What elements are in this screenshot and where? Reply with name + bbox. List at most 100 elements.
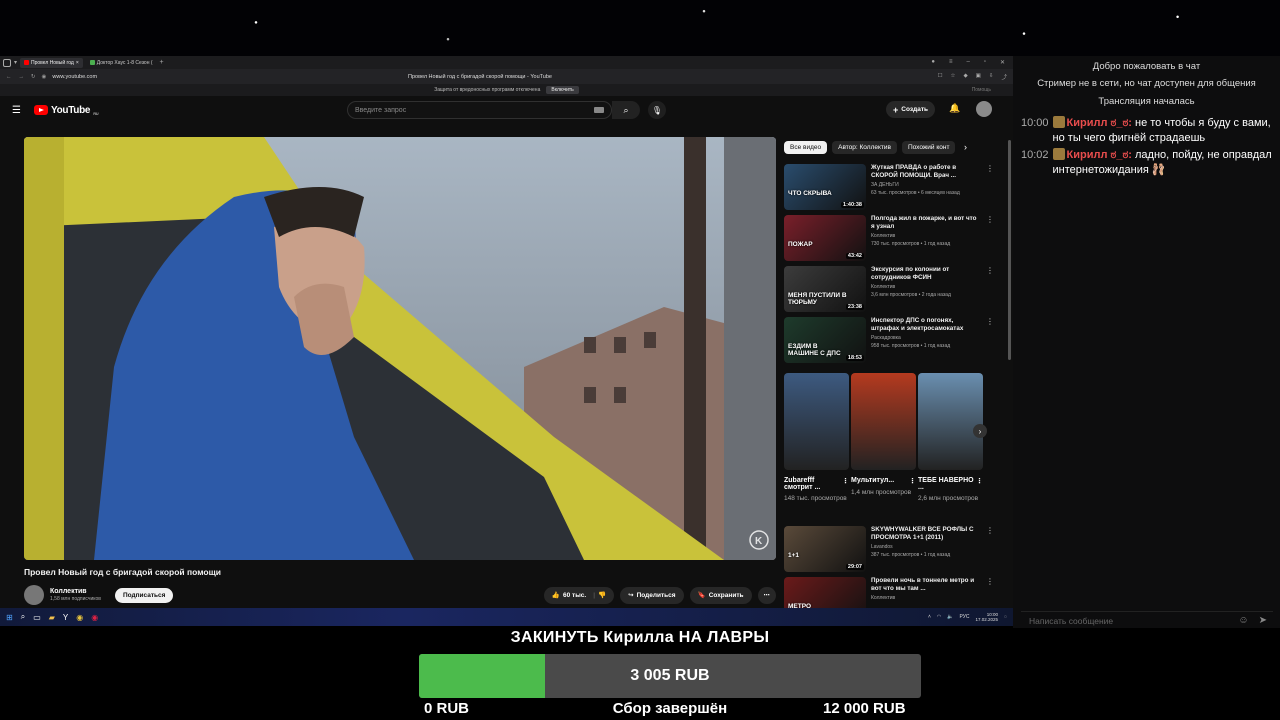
recommendation-title[interactable]: Полгода жил в пожарке, и вот что я узнал [871, 215, 981, 231]
clock[interactable]: 10:00 17.02.2025 [975, 612, 998, 622]
recommendation-item[interactable]: МЕТРО Провели ночь в тоннеле метро и вот … [784, 577, 994, 608]
voice-search-button[interactable]: 🎙 [648, 101, 666, 119]
share-icon[interactable]: ⤴ [1001, 73, 1007, 81]
volume-icon[interactable]: 🔈 [947, 614, 953, 620]
network-icon[interactable]: ◠ [937, 614, 941, 620]
minimize-icon[interactable]: – [966, 59, 969, 66]
recommendation-item[interactable]: ЧТО СКРЫВА 1:40:38 Жуткая ПРАВДА о работе … [784, 164, 994, 212]
keyboard-icon[interactable] [594, 107, 604, 113]
subscribe-button[interactable]: Подписаться [114, 587, 174, 603]
bookmark-icon[interactable]: ☐ [938, 73, 943, 81]
profile-icon[interactable]: ● [931, 59, 935, 66]
tab-house[interactable]: Доктор Хаус 1-8 Сезон ( [86, 58, 157, 68]
recommendation-channel[interactable]: Коллектив [871, 233, 981, 239]
chrome-icon[interactable]: ◉ [76, 613, 83, 622]
recommendation-item[interactable]: ЕЗДИМ В МАШИНЕ С ДПС 18:53 Инспектор ДПС о… [784, 317, 994, 365]
menu-icon[interactable]: ☰ [12, 105, 22, 116]
recommendation-channel[interactable]: Коллектив [871, 595, 981, 601]
recommendation-title[interactable]: Инспектор ДПС о погонях, штрафах и элект… [871, 317, 981, 333]
more-vert-icon[interactable]: ⋮ [909, 477, 916, 485]
yandex-browser-icon[interactable]: Y [63, 613, 68, 622]
recommendation-title[interactable]: Провели ночь в тоннеле метро и вот что м… [871, 577, 981, 593]
more-vert-icon[interactable]: ⋮ [986, 526, 994, 574]
more-vert-icon[interactable]: ⋮ [842, 477, 849, 491]
more-vert-icon[interactable]: ⋮ [976, 477, 983, 491]
recommendation-title[interactable]: Экскурсия по колонии от сотрудников ФСИН [871, 266, 981, 282]
extension-icon[interactable]: ◆ [963, 73, 967, 81]
youtube-logo[interactable]: YouTube RU [34, 105, 99, 116]
more-vert-icon[interactable]: ⋮ [986, 577, 994, 608]
save-button[interactable]: 🔖 Сохранить [689, 586, 752, 604]
recommendation-item[interactable]: МЕНЯ ПУСТИЛИ В ТЮРЬМУ 23:38 Экскурсия по к… [784, 266, 994, 314]
short-thumbnail[interactable] [851, 373, 916, 470]
browser-menu-icon[interactable] [3, 58, 11, 67]
search-icon[interactable]: ⌕ [21, 612, 25, 622]
send-icon[interactable]: ➤ [1259, 615, 1267, 626]
short-title[interactable]: ТЕБЕ НАВЕРНО ... [918, 477, 976, 491]
forward-icon[interactable]: → [19, 74, 25, 80]
account-avatar[interactable] [976, 101, 992, 117]
language-indicator[interactable]: РУС [959, 614, 969, 620]
new-tab-icon[interactable]: + [160, 59, 164, 66]
video-thumbnail[interactable]: МЕНЯ ПУСТИЛИ В ТЮРЬМУ 23:38 [784, 266, 866, 312]
scrollbar[interactable] [1008, 140, 1011, 360]
video-thumbnail[interactable]: ЧТО СКРЫВА 1:40:38 [784, 164, 866, 210]
channel-name[interactable]: Коллектив [50, 588, 101, 595]
download-icon[interactable]: ⇩ [989, 73, 994, 81]
more-vert-icon[interactable]: ⋮ [986, 266, 994, 314]
more-actions-button[interactable]: ⋯ [757, 586, 776, 604]
url-field[interactable]: www.youtube.com [52, 74, 97, 80]
reload-icon[interactable]: ↻ [31, 74, 36, 80]
close-icon[interactable]: × [76, 60, 79, 66]
chip-by-author[interactable]: Автор: Коллектив [832, 141, 897, 154]
notification-center-icon[interactable]: ◌ [1004, 614, 1007, 620]
thumbs-down-icon[interactable]: 👎 [598, 591, 606, 599]
enable-protection-button[interactable]: Включить [546, 86, 579, 94]
create-button[interactable]: + Создать [886, 101, 935, 118]
windows-start-icon[interactable]: ⊞ [6, 613, 13, 622]
folder-icon[interactable]: ▰ [49, 613, 55, 622]
search-button[interactable]: ⌕ [612, 101, 640, 119]
recommendation-item[interactable]: ПОЖАР 43:42 Полгода жил в пожарке, и вот ч… [784, 215, 994, 263]
shorts-next-button[interactable]: › [973, 424, 987, 438]
more-vert-icon[interactable]: ⋮ [986, 215, 994, 263]
recommendation-title[interactable]: SKYWHYWALKER ВСЕ РОФЛЫ С ПРОСМОТРА 1+1 (… [871, 526, 981, 542]
emoji-icon[interactable]: ☺ [1238, 615, 1248, 626]
tray-chevron-icon[interactable]: ˄ [928, 614, 931, 620]
chat-author[interactable]: Кирилл ಠ_ಠ: [1067, 117, 1132, 129]
chat-author[interactable]: Кирилл ಠ_ಠ: [1067, 149, 1132, 161]
recommendation-item[interactable]: 1+1 29:07 SKYWHYWALKER ВСЕ РОФЛЫ С ПРОСМОТ… [784, 526, 994, 574]
more-vert-icon[interactable]: ⋮ [986, 164, 994, 212]
short-thumbnail[interactable] [784, 373, 849, 470]
short-title[interactable]: Zubarefff смотрит ... [784, 477, 842, 491]
short-title[interactable]: Мультитул... [851, 477, 894, 485]
star-icon[interactable]: ☆ [951, 73, 956, 81]
chip-all-videos[interactable]: Все видео [784, 141, 828, 154]
short-item[interactable]: ТЕБЕ НАВЕРНО ... ⋮ 2,6 млн просмотров [918, 373, 983, 503]
maximize-icon[interactable]: ▫ [984, 59, 986, 66]
video-thumbnail[interactable]: 1+1 29:07 [784, 526, 866, 572]
extension-icon[interactable]: ▣ [976, 73, 981, 81]
recommendation-channel[interactable]: Раскадровка [871, 335, 981, 341]
like-button[interactable]: 👍 60 тыс. | 👎 [543, 586, 615, 604]
search-input[interactable]: Введите запрос [347, 101, 612, 119]
task-view-icon[interactable]: ▭ [33, 613, 41, 622]
tab-list-icon[interactable]: ▾ [14, 59, 17, 66]
notifications-icon[interactable]: 🔔 [949, 103, 960, 114]
video-thumbnail[interactable]: МЕТРО [784, 577, 866, 608]
close-window-icon[interactable]: ✕ [1000, 59, 1005, 66]
back-icon[interactable]: ← [6, 74, 12, 80]
menu-icon[interactable]: ≡ [949, 59, 953, 66]
recommendation-title[interactable]: Жуткая ПРАВДА о работе в СКОРОЙ ПОМОЩИ. … [871, 164, 981, 180]
chevron-right-icon[interactable]: › [964, 142, 967, 152]
channel-avatar[interactable] [24, 585, 44, 605]
chip-similar[interactable]: Похожий конт [901, 141, 956, 154]
short-item[interactable]: Мультитул... ⋮ 1,4 млн просмотров [851, 373, 916, 503]
recommendation-channel[interactable]: Lavandos [871, 544, 981, 550]
app-icon[interactable]: ◉ [91, 613, 98, 622]
video-thumbnail[interactable]: ПОЖАР 43:42 [784, 215, 866, 261]
help-link[interactable]: Помощь [972, 87, 991, 93]
video-thumbnail[interactable]: ЕЗДИМ В МАШИНЕ С ДПС 18:53 [784, 317, 866, 363]
recommendation-channel[interactable]: Коллектив [871, 284, 981, 290]
short-thumbnail[interactable] [918, 373, 983, 470]
